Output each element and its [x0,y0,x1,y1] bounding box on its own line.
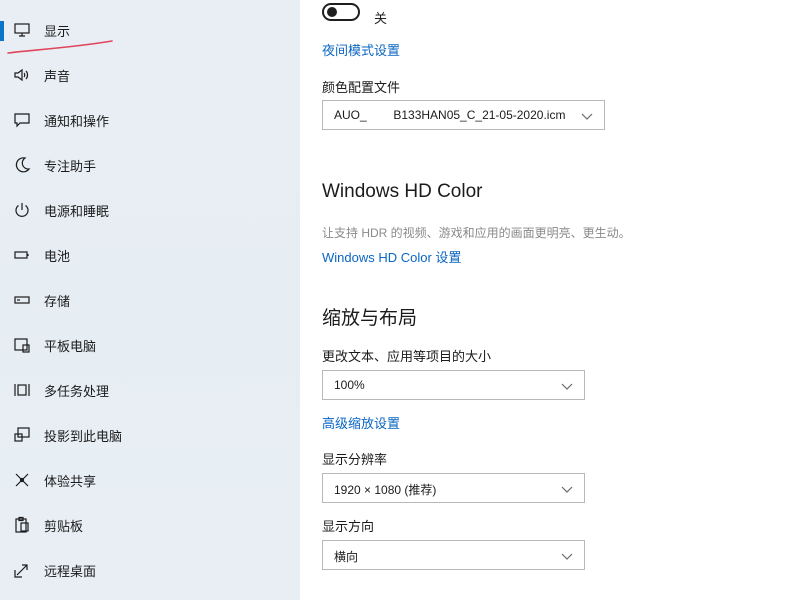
color-profile-dropdown[interactable]: AUO_ B133HAN05_C_21-05-2020.icm [322,100,605,130]
settings-sidebar: 显示 声音 通知和操作 专注助手 电源和睡眠 电池 存储 平板电脑 多任务处理 … [0,0,300,600]
sidebar-item-tablet[interactable]: 平板电脑 [0,325,300,365]
night-light-state: 关 [374,11,388,26]
sidebar-item-display[interactable]: 显示 [0,10,300,50]
sidebar-item-label: 专注助手 [44,158,97,174]
resolution-label: 显示分辨率 [322,452,388,467]
sidebar-item-remote-desktop[interactable]: 远程桌面 [0,550,300,590]
sidebar-item-label: 声音 [44,68,71,84]
speaker-icon [12,65,32,85]
power-icon [12,200,32,220]
sidebar-item-label: 剪贴板 [44,518,84,534]
sidebar-item-label: 电池 [44,248,71,264]
sidebar-item-project-to-pc[interactable]: 投影到此电脑 [0,415,300,455]
scale-label: 更改文本、应用等项目的大小 [322,349,492,364]
sidebar-item-clipboard[interactable]: 剪贴板 [0,505,300,545]
night-light-settings-link[interactable]: 夜间模式设置 [322,40,400,59]
chevron-down-icon [561,486,573,493]
sidebar-item-multitasking[interactable]: 多任务处理 [0,370,300,410]
sidebar-item-label: 存储 [44,293,71,309]
tablet-icon [12,335,32,355]
sidebar-item-battery[interactable]: 电池 [0,235,300,275]
scale-layout-title: 缩放与布局 [322,308,418,329]
chevron-down-icon [561,383,573,390]
resolution-dropdown[interactable]: 1920 × 1080 (推荐) [322,473,585,503]
moon-icon [12,155,32,175]
hd-color-description: 让支持 HDR 的视频、游戏和应用的画面更明亮、更生动。 [322,226,631,240]
sidebar-item-storage[interactable]: 存储 [0,280,300,320]
hd-color-settings-link[interactable]: Windows HD Color 设置 [322,247,461,266]
color-profile-label: 颜色配置文件 [322,80,401,95]
resolution-value: 1920 × 1080 (推荐) [334,483,437,497]
active-indicator [0,21,4,41]
chevron-down-icon [561,553,573,560]
battery-icon [12,245,32,265]
sidebar-item-label: 远程桌面 [44,563,97,579]
sidebar-item-label: 多任务处理 [44,383,110,399]
sidebar-item-notifications[interactable]: 通知和操作 [0,100,300,140]
night-light-toggle[interactable] [322,3,360,21]
hd-color-title: Windows HD Color [322,181,483,202]
sidebar-item-label: 电源和睡眠 [44,203,110,219]
multitask-icon [12,380,32,400]
sidebar-item-shared-experiences[interactable]: 体验共享 [0,460,300,500]
chevron-down-icon [581,113,593,120]
sidebar-item-power-sleep[interactable]: 电源和睡眠 [0,190,300,230]
sidebar-item-label: 体验共享 [44,473,97,489]
project-icon [12,425,32,445]
scale-dropdown[interactable]: 100% [322,370,585,400]
toggle-knob [327,7,337,17]
sidebar-item-label: 显示 [44,23,71,39]
sidebar-item-label: 投影到此电脑 [44,428,123,444]
storage-icon [12,290,32,310]
orientation-label: 显示方向 [322,519,375,534]
share-icon [12,470,32,490]
notification-icon [12,110,32,130]
clipboard-icon [12,515,32,535]
color-profile-value: AUO_ B133HAN05_C_21-05-2020.icm [334,108,566,122]
sidebar-item-label: 通知和操作 [44,113,110,129]
sidebar-item-label: 平板电脑 [44,338,97,354]
monitor-icon [12,20,32,40]
scale-value: 100% [334,378,365,392]
remote-desktop-icon [12,560,32,580]
sidebar-item-sound[interactable]: 声音 [0,55,300,95]
advanced-scaling-link[interactable]: 高级缩放设置 [322,413,400,432]
sidebar-item-focus-assist[interactable]: 专注助手 [0,145,300,185]
orientation-value: 横向 [334,550,359,564]
orientation-dropdown[interactable]: 横向 [322,540,585,570]
display-settings-panel: 关 夜间模式设置 颜色配置文件 AUO_ B133HAN05_C_21-05-2… [300,0,800,600]
